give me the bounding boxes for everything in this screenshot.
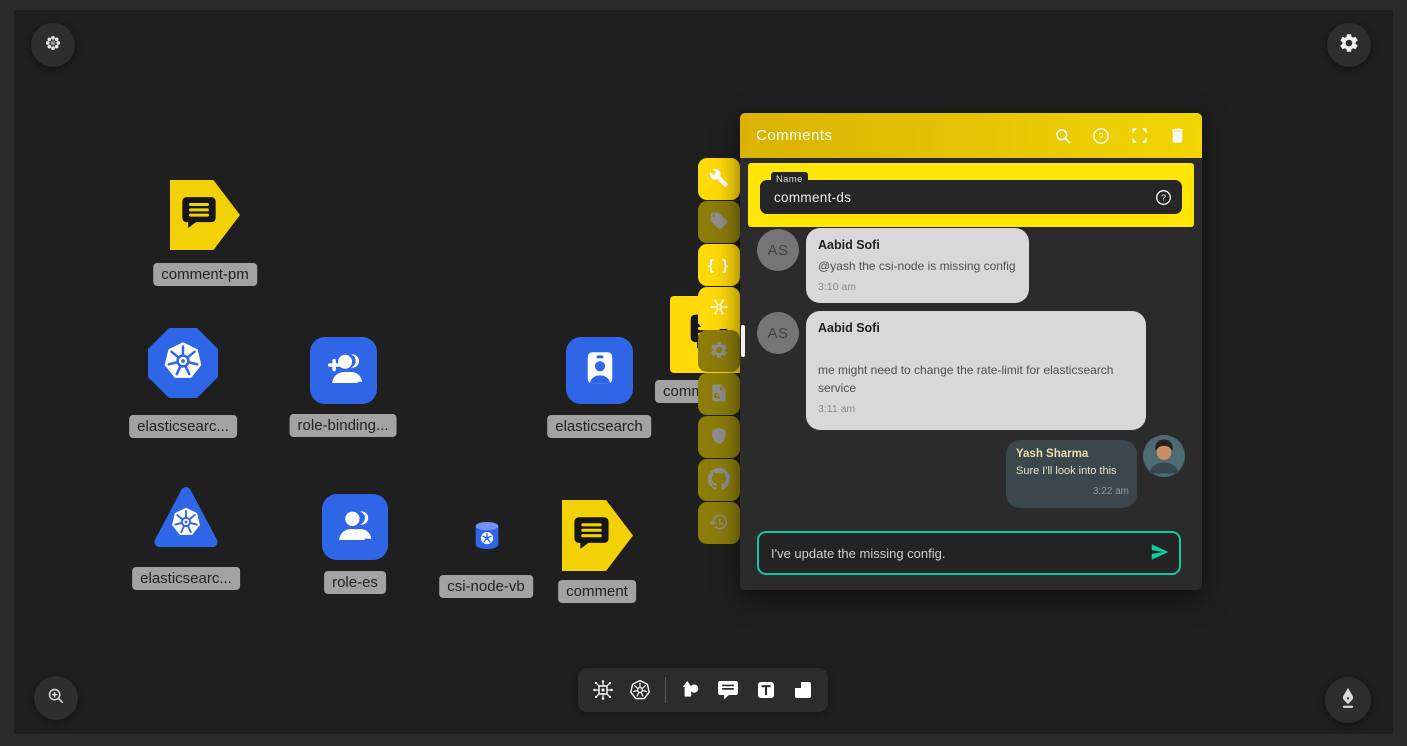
node-role-es[interactable]: role-es: [322, 494, 388, 560]
chat-message-input[interactable]: [759, 546, 1141, 561]
name-field-label: Name: [771, 172, 808, 187]
settings-button[interactable]: [1327, 23, 1371, 67]
svg-text:?: ?: [1098, 131, 1103, 141]
message-bubble: Yash Sharma Sure I'll look into this 3:2…: [1006, 440, 1137, 508]
history-icon: [709, 512, 729, 535]
expand-icon[interactable]: [1128, 125, 1150, 147]
shapes-icon[interactable]: [678, 677, 704, 703]
node-csi-node-vb[interactable]: csi-node-vb: [470, 519, 504, 558]
zoom-button[interactable]: [34, 676, 78, 720]
github-icon: [708, 468, 730, 493]
speech-bubble-icon: [571, 513, 612, 559]
node-label: elasticsearc...: [132, 567, 240, 590]
panel-title: Comments: [756, 127, 1052, 144]
image-icon[interactable]: [790, 677, 816, 703]
kubernetes-icon: [167, 503, 205, 546]
storage-cylinder-icon: [470, 540, 504, 557]
node-role-binding[interactable]: role-binding...: [310, 337, 377, 404]
gear-icon: [709, 340, 729, 363]
search-icon[interactable]: [1052, 125, 1074, 147]
text-icon[interactable]: [753, 677, 779, 703]
design-canvas[interactable]: comment-pm elasticsearc... role-binding.…: [14, 10, 1393, 734]
node-label: csi-node-vb: [439, 575, 533, 598]
node-label: comment: [558, 580, 636, 603]
message-time: 3:22 am: [1016, 486, 1129, 497]
mesh-button[interactable]: [698, 287, 740, 329]
node-elasticsearch-octagon[interactable]: elasticsearc...: [148, 328, 218, 398]
message-time: 3:11 am: [818, 403, 1134, 415]
message-time: 3:10 am: [818, 281, 1017, 293]
toolbar-divider: [665, 677, 666, 703]
security-button[interactable]: [698, 416, 740, 458]
message-author: Aabid Sofi: [818, 321, 1134, 335]
zoom-in-icon: [45, 685, 67, 712]
hub-icon: [708, 296, 730, 321]
avatar-text: AS: [767, 325, 788, 342]
name-input[interactable]: [760, 190, 1152, 205]
tools-button[interactable]: [698, 158, 740, 200]
node-elasticsearch-serviceaccount[interactable]: elasticsearch: [566, 337, 633, 404]
message-author: Aabid Sofi: [818, 238, 1017, 252]
node-label: comment-pm: [153, 263, 257, 286]
message-text: me might need to change the rate-limit f…: [818, 361, 1134, 397]
flower-icon: [42, 32, 64, 59]
message-author: Yash Sharma: [1016, 448, 1129, 460]
chat-input-container: [757, 531, 1181, 575]
comment-icon[interactable]: [715, 677, 741, 703]
message-bubble: Aabid Sofi me might need to change the r…: [806, 311, 1146, 430]
message-text: Sure I'll look into this: [1016, 463, 1129, 480]
shape-toolbar: [578, 668, 828, 712]
avatar-initials: AS: [757, 229, 799, 271]
kubernetes-icon[interactable]: [627, 677, 653, 703]
avatar-photo: [1143, 435, 1185, 477]
people-icon: [333, 503, 377, 552]
badge-icon: [579, 347, 621, 394]
node-label: role-binding...: [290, 414, 397, 437]
node-comment-pm[interactable]: comment-pm: [170, 180, 240, 250]
code-button[interactable]: { }: [698, 244, 740, 286]
pen-nib-icon: [1335, 685, 1361, 716]
add-people-icon: [322, 346, 366, 395]
node-label: elasticsearch: [547, 415, 651, 438]
panel-scrollbar[interactable]: [741, 325, 745, 357]
toolbar-settings-button[interactable]: [698, 330, 740, 372]
pen-tool-button[interactable]: [1325, 677, 1371, 723]
name-help-icon[interactable]: ?: [1152, 186, 1174, 208]
app-menu-button[interactable]: [31, 23, 75, 67]
avatar-initials: AS: [757, 312, 799, 354]
shield-icon: [709, 426, 729, 449]
braces-icon: { }: [708, 257, 730, 274]
doc-search-button[interactable]: [698, 373, 740, 415]
node-elasticsearch-triangle[interactable]: elasticsearc...: [150, 482, 222, 554]
comments-panel-header[interactable]: Comments ?: [740, 113, 1202, 158]
send-button[interactable]: [1141, 533, 1179, 573]
name-section: Name ?: [748, 163, 1194, 227]
message-bubble: Aabid Sofi @yash the csi-node is missing…: [806, 228, 1029, 303]
wrench-icon: [709, 168, 729, 191]
svg-text:?: ?: [1161, 192, 1166, 202]
message-text: @yash the csi-node is missing config: [818, 257, 1017, 275]
avatar-text: AS: [767, 242, 788, 259]
github-button[interactable]: [698, 459, 740, 501]
node-toolbar: { }: [698, 158, 740, 544]
tag-icon: [709, 211, 729, 234]
node-label: role-es: [324, 571, 386, 594]
node-label: elasticsearc...: [129, 415, 237, 438]
send-icon: [1149, 541, 1171, 566]
comments-panel: Comments ? Name ? AS Aabid Sofi @yash th…: [740, 113, 1202, 590]
gear-icon: [1338, 32, 1360, 59]
doc-search-icon: [709, 383, 729, 406]
speech-bubble-icon: [179, 193, 219, 238]
node-comment[interactable]: comment: [562, 500, 633, 571]
help-icon[interactable]: ?: [1090, 125, 1112, 147]
kubernetes-icon: [158, 336, 208, 391]
circuit-icon[interactable]: [590, 677, 616, 703]
labels-button[interactable]: [698, 201, 740, 243]
delete-icon[interactable]: [1166, 125, 1188, 147]
history-button[interactable]: [698, 502, 740, 544]
